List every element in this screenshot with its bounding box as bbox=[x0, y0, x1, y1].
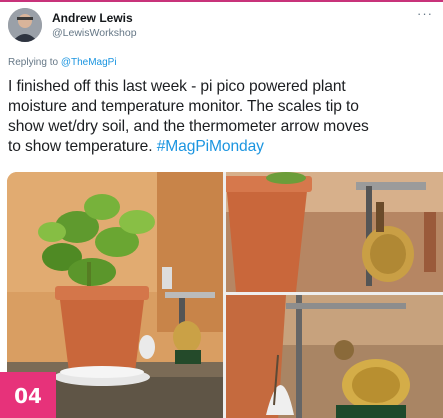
page-number-badge: 04 bbox=[0, 372, 56, 418]
tweet-text-line-last: to show temperature. #MagPiMonday bbox=[8, 138, 264, 155]
replying-to: Replying to @TheMagPi bbox=[8, 57, 117, 68]
hashtag-link[interactable]: #MagPiMonday bbox=[157, 138, 264, 155]
brass-thermometer-photo[interactable] bbox=[226, 295, 443, 418]
tweet-media-grid bbox=[7, 172, 443, 418]
plant-pot-scales-photo[interactable] bbox=[226, 172, 443, 292]
replying-prefix: Replying to bbox=[8, 57, 61, 68]
tweet-text-line: I finished off this last week - pi pico … bbox=[8, 78, 346, 95]
tweet-header: Andrew Lewis @LewisWorkshop ··· bbox=[8, 6, 435, 44]
author-handle[interactable]: @LewisWorkshop bbox=[52, 27, 137, 39]
tweet-text-line: show wet/dry soil, and the thermometer a… bbox=[8, 118, 369, 135]
tweet-text: I finished off this last week - pi pico … bbox=[8, 77, 438, 157]
avatar[interactable] bbox=[8, 8, 42, 42]
author-name[interactable]: Andrew Lewis bbox=[52, 11, 133, 25]
more-options-icon[interactable]: ··· bbox=[417, 6, 433, 21]
tweet-card: Andrew Lewis @LewisWorkshop ··· Replying… bbox=[0, 0, 443, 418]
reply-mention-link[interactable]: @TheMagPi bbox=[61, 57, 117, 68]
tweet-text-line: moisture and temperature monitor. The sc… bbox=[8, 98, 359, 115]
